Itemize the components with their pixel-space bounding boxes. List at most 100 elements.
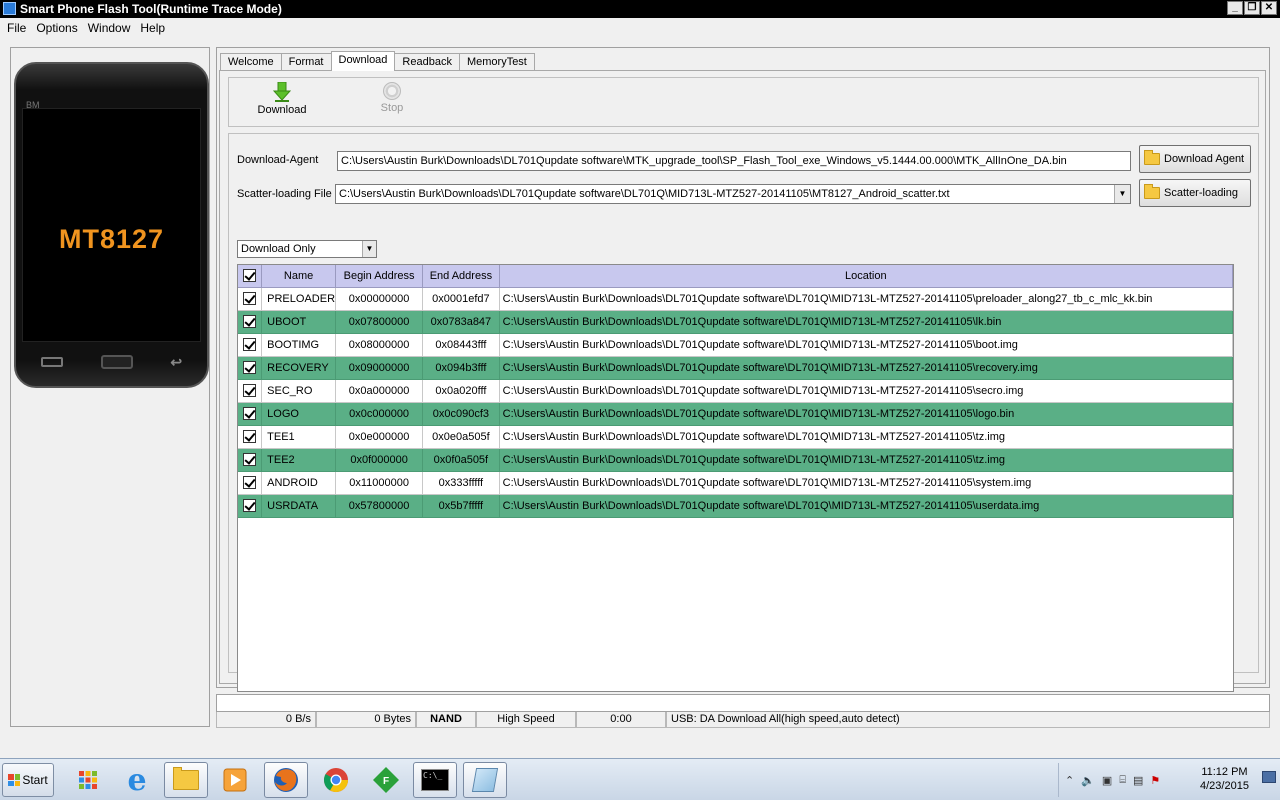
minimize-button[interactable]: _ — [1227, 1, 1243, 15]
row-checkbox-cell[interactable] — [238, 471, 263, 495]
download-agent-field[interactable]: C:\Users\Austin Burk\Downloads\DL701Qupd… — [337, 151, 1131, 171]
network-icon[interactable]: ▤ — [1133, 774, 1143, 787]
partition-name: USRDATA — [261, 494, 337, 518]
usb-icon[interactable]: ⌸ — [1119, 774, 1126, 787]
download-arrow-icon — [273, 82, 291, 102]
column-end-address[interactable]: End Address — [422, 265, 500, 288]
home-key-icon — [100, 355, 133, 369]
download-button[interactable]: Download — [247, 82, 317, 116]
row-checkbox[interactable] — [243, 476, 257, 489]
tray-expand-icon[interactable]: ⌃ — [1065, 774, 1074, 787]
row-checkbox[interactable] — [243, 361, 257, 374]
select-all-checkbox[interactable] — [243, 269, 257, 283]
file-location[interactable]: C:\Users\Austin Burk\Downloads\DL701Qupd… — [499, 287, 1233, 311]
download-agent-label: Download-Agent — [237, 154, 319, 166]
column-begin-address[interactable]: Begin Address — [335, 265, 424, 288]
row-checkbox[interactable] — [243, 292, 257, 305]
row-checkbox[interactable] — [243, 384, 257, 397]
select-all-checkbox-cell[interactable] — [238, 265, 263, 288]
menu-window[interactable]: Window — [83, 21, 136, 35]
row-checkbox[interactable] — [243, 453, 257, 466]
taskbar-f-app[interactable]: F — [364, 762, 408, 798]
file-location[interactable]: C:\Users\Austin Burk\Downloads\DL701Qupd… — [499, 310, 1233, 334]
status-storage: NAND — [416, 712, 476, 728]
tab-welcome[interactable]: Welcome — [220, 53, 282, 71]
table-row[interactable]: LOGO 0x0c000000 0x0c090cf3 C:\Users\Austin … — [238, 402, 1233, 426]
table-row[interactable]: RECOVERY 0x09000000 0x094b3fff C:\Users\Aus… — [238, 356, 1233, 380]
row-checkbox[interactable] — [243, 430, 257, 443]
taskbar-firefox[interactable] — [264, 762, 308, 798]
row-checkbox[interactable] — [243, 315, 257, 328]
file-location[interactable]: C:\Users\Austin Burk\Downloads\DL701Qupd… — [499, 494, 1233, 518]
table-row[interactable]: SEC_RO 0x0a000000 0x0a020fff C:\Users\Austi… — [238, 379, 1233, 403]
column-location[interactable]: Location — [499, 265, 1233, 288]
folder-icon — [1144, 184, 1160, 199]
row-checkbox-cell[interactable] — [238, 494, 263, 518]
table-row[interactable]: PRELOADER 0x00000000 0x0001efd7 C:\Users\Au… — [238, 287, 1233, 311]
file-location[interactable]: C:\Users\Austin Burk\Downloads\DL701Qupd… — [499, 333, 1233, 357]
taskbar-file-explorer[interactable] — [164, 762, 208, 798]
clock[interactable]: 11:12 PM 4/23/2015 — [1200, 765, 1249, 793]
table-row[interactable]: TEE1 0x0e000000 0x0e0a505f C:\Users\Austin … — [238, 425, 1233, 449]
row-checkbox-cell[interactable] — [238, 425, 263, 449]
menu-options[interactable]: Options — [31, 21, 82, 35]
stop-icon — [383, 82, 401, 100]
close-button[interactable]: ✕ — [1261, 1, 1277, 15]
row-checkbox-cell[interactable] — [238, 333, 263, 357]
file-location[interactable]: C:\Users\Austin Burk\Downloads\DL701Qupd… — [499, 402, 1233, 426]
file-location[interactable]: C:\Users\Austin Burk\Downloads\DL701Qupd… — [499, 356, 1233, 380]
row-checkbox-cell[interactable] — [238, 379, 263, 403]
row-checkbox[interactable] — [243, 338, 257, 351]
taskbar-command-prompt[interactable]: C:\_ — [413, 762, 457, 798]
table-row[interactable]: BOOTIMG 0x08000000 0x08443fff C:\Users\Aust… — [238, 333, 1233, 357]
tab-format[interactable]: Format — [280, 53, 332, 71]
row-checkbox-cell[interactable] — [238, 287, 263, 311]
row-checkbox-cell[interactable] — [238, 356, 263, 380]
show-desktop-button[interactable] — [1262, 771, 1276, 783]
tab-download[interactable]: Download — [330, 51, 396, 71]
scatter-loading-button[interactable]: Scatter-loading — [1139, 179, 1251, 207]
download-mode-select[interactable]: Download Only ▼ — [237, 240, 377, 258]
tab-memorytest[interactable]: MemoryTest — [458, 53, 535, 71]
row-checkbox-cell[interactable] — [238, 402, 263, 426]
table-row[interactable]: USRDATA 0x57800000 0x5b7fffff C:\Users\Aust… — [238, 494, 1233, 518]
table-row[interactable]: UBOOT 0x07800000 0x0783a847 C:\Users\Austin… — [238, 310, 1233, 334]
row-checkbox[interactable] — [243, 499, 257, 512]
begin-address: 0x00000000 — [335, 287, 424, 311]
taskbar-apps-grid[interactable] — [66, 762, 110, 798]
menu-file[interactable]: File — [2, 21, 31, 35]
row-checkbox[interactable] — [243, 407, 257, 420]
row-checkbox-cell[interactable] — [238, 310, 263, 334]
scatter-file-combo[interactable]: C:\Users\Austin Burk\Downloads\DL701Qupd… — [335, 184, 1131, 204]
file-location[interactable]: C:\Users\Austin Burk\Downloads\DL701Qupd… — [499, 425, 1233, 449]
stop-button[interactable]: Stop — [357, 82, 427, 114]
file-location[interactable]: C:\Users\Austin Burk\Downloads\DL701Qupd… — [499, 448, 1233, 472]
volume-icon[interactable]: 🔈 — [1081, 774, 1095, 787]
row-checkbox-cell[interactable] — [238, 448, 263, 472]
tab-readback[interactable]: Readback — [394, 53, 460, 71]
menu-help[interactable]: Help — [135, 21, 170, 35]
download-agent-button[interactable]: Download Agent — [1139, 145, 1251, 173]
taskbar-chrome[interactable] — [314, 762, 358, 798]
begin-address: 0x0f000000 — [335, 448, 424, 472]
file-location[interactable]: C:\Users\Austin Burk\Downloads\DL701Qupd… — [499, 379, 1233, 403]
partition-name: BOOTIMG — [261, 333, 337, 357]
start-button[interactable]: Start — [2, 763, 54, 797]
chevron-down-icon[interactable]: ▼ — [1114, 185, 1130, 203]
menu-key-icon — [40, 357, 63, 367]
column-name[interactable]: Name — [261, 265, 337, 288]
taskbar-notepad[interactable] — [463, 762, 507, 798]
phone-navbar: ↩ — [22, 347, 201, 377]
action-center-icon[interactable]: ⚑ — [1150, 774, 1160, 787]
table-row[interactable]: ANDROID 0x11000000 0x333fffff C:\Users\Aust… — [238, 471, 1233, 495]
begin-address: 0x0a000000 — [335, 379, 424, 403]
restore-button[interactable]: ❐ — [1244, 1, 1260, 15]
taskbar-media-player[interactable] — [213, 762, 257, 798]
partition-name: UBOOT — [261, 310, 337, 334]
partition-name: RECOVERY — [261, 356, 337, 380]
device-icon[interactable]: ▣ — [1102, 774, 1112, 787]
table-row[interactable]: TEE2 0x0f000000 0x0f0a505f C:\Users\Austin … — [238, 448, 1233, 472]
chevron-down-icon[interactable]: ▼ — [362, 241, 376, 257]
taskbar-internet-explorer[interactable]: e — [115, 762, 159, 798]
file-location[interactable]: C:\Users\Austin Burk\Downloads\DL701Qupd… — [499, 471, 1233, 495]
